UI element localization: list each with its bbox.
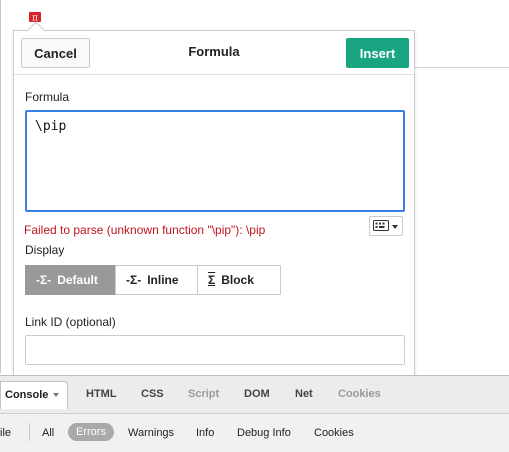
filter-separator [29,423,30,441]
formula-input[interactable]: \pip [25,110,405,212]
insert-button[interactable]: Insert [346,38,409,68]
display-inline-icon: -Σ- [126,273,142,287]
devtools-tab-bar: Console HTML CSS Script DOM Net Cookies [0,376,509,413]
tab-script[interactable]: Script [188,388,219,400]
tab-css[interactable]: CSS [141,388,164,400]
keyboard-icon [373,220,389,231]
display-label: Display [25,243,65,257]
formula-label: Formula [25,90,70,104]
page-edge-line [0,0,1,373]
page-divider [414,67,509,68]
tab-html[interactable]: HTML [86,388,117,400]
filter-info[interactable]: Info [196,427,214,439]
link-id-label: Link ID (optional) [25,315,116,329]
display-block-label: Block [221,273,254,287]
filter-all[interactable]: All [42,427,54,439]
display-default-label: Default [57,273,98,287]
devtools-panel: Console HTML CSS Script DOM Net Cookies … [0,375,509,452]
dialog-header: Cancel Formula Insert [14,31,414,75]
special-characters-button[interactable] [369,216,403,236]
display-block-icon: Σ [208,273,216,287]
formula-dialog: Cancel Formula Insert Formula \pip Faile… [13,21,415,376]
filter-truncated-item[interactable]: ile [0,427,11,439]
link-id-input[interactable] [25,335,405,365]
display-inline-label: Inline [147,273,179,287]
console-filter-bar: ile All Errors Warnings Info Debug Info … [0,413,509,452]
display-mode-selector: -Σ- Default -Σ- Inline Σ Block [25,265,281,295]
tab-console[interactable]: Console [0,381,69,409]
chevron-down-icon [53,393,60,398]
tab-console-label: Console [5,389,49,401]
chevron-down-icon [392,225,398,229]
filter-debug-info[interactable]: Debug Info [237,427,291,439]
display-block-button[interactable]: Σ Block [197,265,281,295]
tab-net[interactable]: Net [295,388,313,400]
display-inline-button[interactable]: -Σ- Inline [115,265,198,295]
filter-warnings[interactable]: Warnings [128,427,174,439]
display-default-icon: -Σ- [36,273,52,287]
tab-dom[interactable]: DOM [244,388,270,400]
display-default-button[interactable]: -Σ- Default [25,265,116,295]
filter-errors[interactable]: Errors [68,423,114,441]
filter-cookies[interactable]: Cookies [314,427,354,439]
tab-cookies[interactable]: Cookies [338,388,381,400]
error-message: Failed to parse (unknown function "\pip"… [24,223,266,237]
